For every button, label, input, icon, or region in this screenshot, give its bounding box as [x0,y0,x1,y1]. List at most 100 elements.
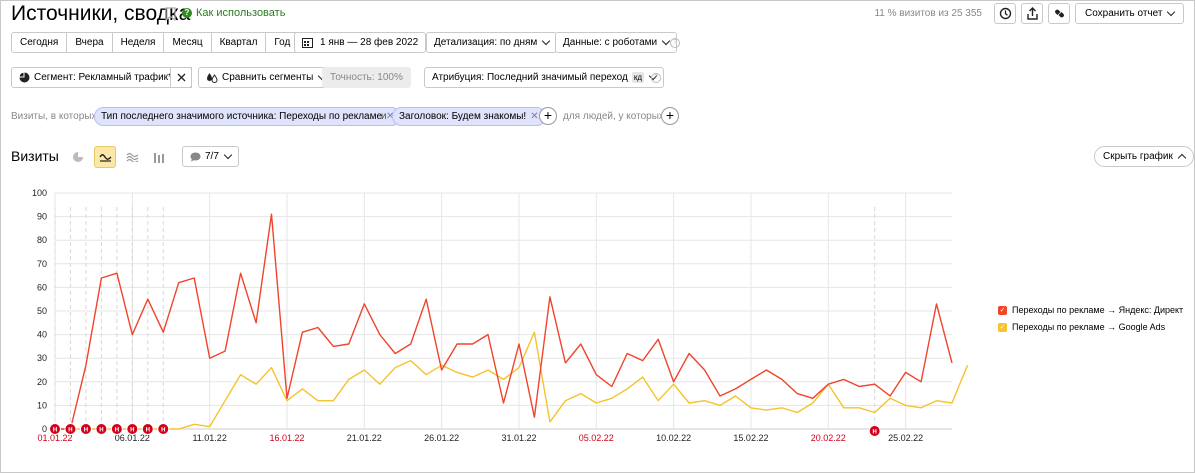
add-user-filter-button[interactable]: + [661,107,679,125]
segment-clear-button[interactable] [170,67,192,88]
annotation-marker[interactable]: Н [126,423,139,435]
annotation-marker-label: Н [53,428,57,434]
chart-type-bar[interactable] [148,146,170,168]
annotation-marker[interactable]: Н [49,423,61,435]
annotation-marker[interactable]: Н [110,423,123,435]
accuracy-label: Точность: 100% [330,72,403,83]
calendar-icon [302,38,313,48]
chart-type-pie[interactable] [67,146,89,168]
annotation-marker-label: Н [84,428,88,434]
checkbox-checked-icon[interactable]: ✓ [998,305,1007,315]
annotation-marker[interactable]: Н [157,423,170,435]
how-to-use-label: Как использовать [196,7,286,19]
period-today[interactable]: Сегодня [12,33,68,52]
accuracy-dropdown[interactable]: Точность: 100% [322,67,411,88]
annotation-marker[interactable]: Н [79,423,92,435]
y-tick-label: 90 [37,212,47,222]
compare-segments-label: Сравнить сегменты [222,72,314,83]
page-title: Источники, сводка [11,2,191,25]
legend-label: Переходы по рекламе → Яндекс: Директ [1012,305,1184,315]
attribution-dropdown[interactable]: Атрибуция: Последний значимый переход кд [424,67,664,88]
compare-drops-icon [207,73,218,83]
annotation-marker-label: Н [873,430,877,436]
x-tick-label: 16.01.22 [269,433,304,443]
x-tick-label: 05.02.22 [579,433,614,443]
y-tick-label: 100 [32,188,47,198]
filter-chip-label: Тип последнего значимого источника: Пере… [101,111,383,122]
detail-label: Детализация: по дням [434,37,538,48]
y-tick-label: 20 [37,377,47,387]
visits-line-chart: 0102030405060708090100 01.01.22 06.01.22 1… [32,188,969,443]
add-visit-filter-button[interactable]: + [539,107,557,125]
filter-suffix: для людей, у которых [563,111,664,122]
export-icon [1026,7,1038,20]
compare-segments-button[interactable]: Сравнить сегменты [198,67,334,88]
legend-item-yandex-direct[interactable]: ✓ Переходы по рекламе → Яндекс: Директ [998,305,1183,315]
date-range-button[interactable]: 1 янв — 28 фев 2022 [294,32,427,53]
help-icon[interactable]: ? [670,38,680,48]
chart-type-area[interactable] [121,146,143,168]
x-tick-label: 31.01.22 [501,433,536,443]
filter-chip-title[interactable]: Заголовок: Будем знакомы! ✕ [392,107,546,126]
series-count-label: 7/7 [205,151,219,162]
api-icon [1054,9,1064,18]
chart-series [55,213,969,430]
y-tick-label: 50 [37,306,47,316]
annotation-marker[interactable]: Н [141,423,154,435]
export-button[interactable] [1021,3,1043,24]
how-to-use-link[interactable]: ? Как использовать [182,7,285,19]
period-selector: Сегодня Вчера Неделя Месяц Квартал Год [11,32,300,53]
series-selector[interactable]: 7/7 [182,146,239,167]
close-icon [177,73,185,82]
clock-icon [999,7,1011,20]
legend-item-google-ads[interactable]: ✓ Переходы по рекламе → Google Ads [998,322,1165,332]
x-tick-label: 26.01.22 [424,433,459,443]
hide-chart-label: Скрыть график [1103,151,1173,162]
filter-chip-source-type[interactable]: Тип последнего значимого источника: Пере… [94,107,402,126]
chevron-up-icon [1177,153,1187,163]
line-chart-icon [98,154,111,162]
help-icon[interactable]: ? [651,73,661,83]
date-range-label: 1 янв — 28 фев 2022 [320,37,419,48]
checkbox-checked-icon[interactable]: ✓ [998,322,1007,332]
annotation-marker-label: Н [130,428,134,434]
x-tick-label: 25.02.22 [888,433,923,443]
bookmark-icon[interactable] [165,7,176,21]
y-axis-ticks: 0102030405060708090100 [32,188,47,434]
y-tick-label: 40 [37,330,47,340]
history-button[interactable] [994,3,1016,24]
y-tick-label: 10 [37,400,47,410]
annotation-marker[interactable]: Н [95,423,108,435]
chevron-down-icon [542,36,551,46]
y-tick-label: 30 [37,353,47,363]
data-mode-label: Данные: с роботами [563,37,658,48]
detail-dropdown[interactable]: Детализация: по дням [426,32,558,53]
save-report-button[interactable]: Сохранить отчет [1075,3,1185,24]
x-tick-label: 21.01.22 [347,433,382,443]
annotation-marker[interactable]: Н [868,425,881,437]
attribution-label: Атрибуция: Последний значимый переход [432,72,628,83]
annotation-marker[interactable]: Н [64,423,77,435]
period-month[interactable]: Месяц [164,33,212,52]
annotation-marker-label: Н [99,428,103,434]
hide-chart-button[interactable]: Скрыть график [1094,146,1194,167]
period-week[interactable]: Неделя [113,33,165,52]
sample-info: 11 % визитов из 25 355 [874,8,982,19]
annotation-marker-label: Н [146,428,150,434]
segment-dropdown[interactable]: Сегмент: Рекламный трафик* [11,67,192,88]
chevron-down-icon [1167,7,1176,17]
data-mode-dropdown[interactable]: Данные: с роботами [555,32,678,53]
period-quarter[interactable]: Квартал [212,33,267,52]
chart-title: Визиты [11,148,59,164]
chart-type-line[interactable] [94,146,116,168]
filter-chip-label: Заголовок: Будем знакомы! [399,111,527,122]
period-yesterday[interactable]: Вчера [67,33,113,52]
y-tick-label: 70 [37,259,47,269]
x-tick-label: 10.02.22 [656,433,691,443]
close-icon[interactable]: ✕ [530,108,538,125]
x-axis-ticks: 01.01.22 06.01.22 11.01.22 16.01.22 21.01.22… [37,433,923,443]
x-tick-label: 20.02.22 [811,433,846,443]
pie-chart-icon [73,152,83,162]
api-button[interactable] [1048,3,1070,24]
speech-bubble-icon [190,152,201,161]
